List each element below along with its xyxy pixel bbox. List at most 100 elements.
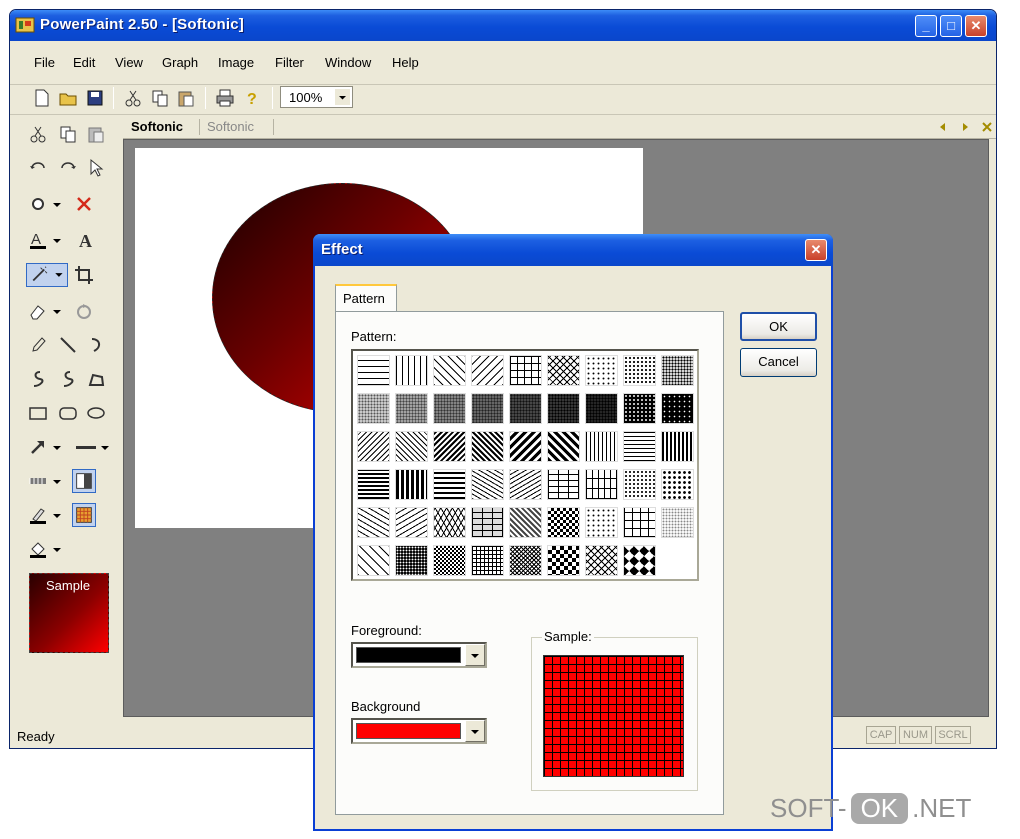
- pattern-swatch[interactable]: [395, 507, 428, 538]
- pattern-swatch[interactable]: [433, 355, 466, 386]
- pattern-swatch[interactable]: [623, 393, 656, 424]
- paste-icon[interactable]: [176, 88, 196, 108]
- delete-icon[interactable]: [74, 194, 94, 214]
- foreground-color-select[interactable]: [351, 642, 487, 668]
- pattern-swatch[interactable]: [661, 355, 694, 386]
- freehand-icon[interactable]: [28, 369, 48, 389]
- cut-icon[interactable]: [123, 88, 143, 108]
- pattern-swatch[interactable]: [433, 431, 466, 462]
- pattern-swatch[interactable]: [357, 431, 390, 462]
- pattern-swatch[interactable]: [585, 431, 618, 462]
- menu-graph[interactable]: Graph: [162, 55, 198, 70]
- minimize-button[interactable]: _: [915, 15, 937, 37]
- pattern-swatch[interactable]: [471, 355, 504, 386]
- pattern-swatch[interactable]: [509, 431, 542, 462]
- pattern-swatch[interactable]: [547, 393, 580, 424]
- pattern-swatch[interactable]: [471, 431, 504, 462]
- chevron-down-icon[interactable]: [50, 539, 64, 559]
- new-file-icon[interactable]: [32, 88, 52, 108]
- print-icon[interactable]: [215, 88, 235, 108]
- text-tool-icon[interactable]: A: [76, 230, 96, 250]
- pattern-swatch[interactable]: [395, 393, 428, 424]
- pattern-swatch[interactable]: [395, 545, 428, 576]
- ok-button[interactable]: OK: [740, 312, 817, 341]
- undo-icon[interactable]: [28, 158, 48, 178]
- chevron-down-icon[interactable]: [465, 720, 485, 742]
- eraser-icon[interactable]: [28, 301, 48, 321]
- zoom-select[interactable]: 100%: [280, 86, 353, 108]
- chevron-down-icon[interactable]: [50, 505, 64, 525]
- pattern-swatch[interactable]: [509, 469, 542, 500]
- ellipse-icon[interactable]: [86, 403, 106, 423]
- chevron-down-icon[interactable]: [50, 437, 64, 457]
- chevron-down-icon[interactable]: [50, 301, 64, 321]
- pattern-swatch[interactable]: [357, 545, 390, 576]
- redo-icon[interactable]: [58, 158, 78, 178]
- pattern-grid[interactable]: [351, 349, 699, 581]
- pattern-swatch[interactable]: [623, 431, 656, 462]
- chevron-down-icon[interactable]: [98, 437, 112, 457]
- pattern-swatch[interactable]: [623, 355, 656, 386]
- copy-icon[interactable]: [150, 88, 170, 108]
- pattern-swatch[interactable]: [471, 545, 504, 576]
- pattern-swatch[interactable]: [623, 545, 656, 576]
- curve-icon[interactable]: [86, 335, 106, 355]
- rectangle-icon[interactable]: [28, 403, 48, 423]
- close-tab-icon[interactable]: [981, 121, 993, 133]
- pattern-swatch[interactable]: [585, 393, 618, 424]
- scroll-right-icon[interactable]: [959, 121, 971, 133]
- pattern-swatch[interactable]: [661, 507, 694, 538]
- shape-selector-icon[interactable]: [28, 194, 48, 214]
- pattern-swatch[interactable]: [547, 431, 580, 462]
- brush-pattern-icon[interactable]: [28, 471, 48, 491]
- menu-file[interactable]: File: [34, 55, 55, 70]
- save-icon[interactable]: [85, 88, 105, 108]
- open-folder-icon[interactable]: [58, 88, 78, 108]
- scroll-left-icon[interactable]: [937, 121, 949, 133]
- pattern-swatch[interactable]: [471, 507, 504, 538]
- pencil-icon[interactable]: [28, 335, 48, 355]
- pattern-swatch[interactable]: [395, 431, 428, 462]
- rounded-rectangle-icon[interactable]: [58, 403, 78, 423]
- pattern-swatch[interactable]: [395, 469, 428, 500]
- pattern-swatch[interactable]: [509, 507, 542, 538]
- bezier-icon[interactable]: [58, 369, 78, 389]
- crop-icon[interactable]: [74, 265, 94, 285]
- pattern-swatch[interactable]: [509, 545, 542, 576]
- polygon-icon[interactable]: [86, 369, 106, 389]
- pattern-swatch[interactable]: [661, 469, 694, 500]
- line-icon[interactable]: [58, 335, 78, 355]
- pattern-swatch[interactable]: [471, 393, 504, 424]
- chevron-down-icon[interactable]: [465, 644, 485, 666]
- pattern-swatch[interactable]: [623, 507, 656, 538]
- rotate-icon[interactable]: [74, 301, 94, 321]
- chevron-down-icon[interactable]: [335, 89, 350, 105]
- menu-image[interactable]: Image: [218, 55, 254, 70]
- pattern-swatch[interactable]: [509, 355, 542, 386]
- tab-softonic-active[interactable]: Softonic: [131, 119, 183, 134]
- pattern-swatch[interactable]: [585, 355, 618, 386]
- pattern-swatch[interactable]: [547, 507, 580, 538]
- cut-tool-icon[interactable]: [28, 124, 48, 144]
- fill-color-icon[interactable]: [28, 505, 48, 525]
- tab-pattern[interactable]: Pattern: [335, 284, 397, 312]
- pattern-swatch[interactable]: [585, 507, 618, 538]
- paint-bucket-icon[interactable]: [28, 539, 48, 559]
- menu-window[interactable]: Window: [325, 55, 371, 70]
- menu-help[interactable]: Help: [392, 55, 419, 70]
- pattern-swatch[interactable]: [471, 469, 504, 500]
- pattern-swatch[interactable]: [357, 469, 390, 500]
- help-icon[interactable]: ?: [242, 88, 262, 108]
- pattern-fill-icon[interactable]: [72, 503, 96, 527]
- pattern-swatch[interactable]: [433, 393, 466, 424]
- close-button[interactable]: ✕: [965, 15, 987, 37]
- background-color-select[interactable]: [351, 718, 487, 744]
- cancel-button[interactable]: Cancel: [740, 348, 817, 377]
- pattern-swatch[interactable]: [433, 469, 466, 500]
- pattern-swatch[interactable]: [585, 469, 618, 500]
- pattern-swatch[interactable]: [357, 507, 390, 538]
- gradient-fill-icon[interactable]: [72, 469, 96, 493]
- pattern-swatch[interactable]: [357, 355, 390, 386]
- menu-view[interactable]: View: [115, 55, 143, 70]
- maximize-button[interactable]: □: [940, 15, 962, 37]
